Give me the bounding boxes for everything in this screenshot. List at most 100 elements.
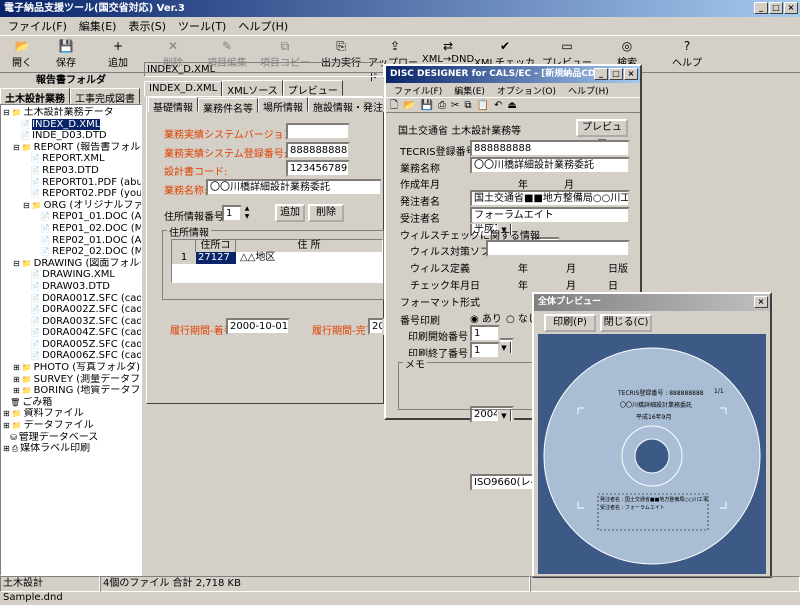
table-row[interactable]: 1 27127 △△地区 bbox=[172, 252, 382, 264]
tree-item[interactable]: 📄REP01_02.DOC (MAN bbox=[3, 223, 141, 235]
tree-toggle-icon[interactable] bbox=[23, 305, 28, 314]
dd-maximize-button[interactable]: □ bbox=[609, 68, 623, 80]
menu-item-4[interactable]: ヘルプ(H) bbox=[232, 18, 294, 34]
address-count-field[interactable]: 1 bbox=[222, 205, 242, 222]
toolbar-button-2[interactable]: + 追加 bbox=[88, 36, 148, 72]
dd-undo-icon[interactable]: ↶ bbox=[494, 100, 507, 111]
dd-preview-button[interactable]: プレビュー bbox=[576, 119, 628, 147]
tree-toggle-icon[interactable] bbox=[23, 270, 28, 279]
tree-item[interactable]: 📄D0RA004Z.SFC (cad-abu bbox=[3, 327, 141, 339]
tree-item[interactable]: 📄REP02_02.DOC (MAN bbox=[3, 246, 141, 258]
tab-construction-docs[interactable]: 工事完成図書 bbox=[70, 88, 140, 105]
design-code-field[interactable]: 1234567890 bbox=[286, 160, 350, 177]
tab-xml-source[interactable]: XMLソース bbox=[222, 80, 283, 97]
tree-toggle-icon[interactable] bbox=[23, 328, 28, 337]
tree-item[interactable]: ⊞ 📁 PHOTO (写真フォルダ) bbox=[3, 362, 141, 374]
tree-item[interactable]: 📄D0RA003Z.SFC (cad-abu bbox=[3, 316, 141, 328]
print-start-field[interactable]: 1 bbox=[470, 325, 500, 342]
tree-item[interactable]: 📄 DRAW03.DTD bbox=[3, 281, 141, 293]
tecris-field[interactable]: 888888888 bbox=[470, 140, 630, 157]
close-button[interactable]: × bbox=[784, 2, 798, 14]
tree-toggle-icon[interactable] bbox=[23, 282, 28, 291]
start-date-field[interactable]: 2000-10-01 bbox=[226, 318, 290, 335]
tree-item[interactable]: 📄D0RA006Z.SFC (cad-abu bbox=[3, 350, 141, 362]
tree-toggle-icon[interactable]: ⊞ bbox=[13, 386, 20, 395]
tree-toggle-icon[interactable] bbox=[13, 131, 18, 140]
folder-tree[interactable]: ⊟ 📁 土木設計業務データ 📄 INDEX_D.XML 📄 INDE_D03.DTD ⊟ 📁… bbox=[0, 104, 142, 576]
tree-item[interactable]: 📄REPORT02.PDF (youhek bbox=[3, 188, 141, 200]
tree-toggle-icon[interactable]: ⊟ bbox=[3, 108, 10, 117]
address-count-spinner[interactable]: ▲ ▼ bbox=[242, 205, 252, 222]
dd-copy-icon[interactable]: ⧉ bbox=[464, 100, 476, 111]
dd-contractor-field[interactable]: フォーラムエイト bbox=[470, 207, 630, 224]
dd-paste-icon[interactable]: 📋 bbox=[476, 100, 493, 111]
tree-item[interactable]: 📄D0RA005Z.SFC (cad-abu bbox=[3, 339, 141, 351]
tree-toggle-icon[interactable]: ⊞ bbox=[3, 444, 10, 453]
dd-print-icon[interactable]: ⎙ bbox=[438, 100, 451, 111]
tree-item[interactable]: ⊞📁SURVEY (測量データフォル bbox=[3, 374, 141, 386]
preview-close-text-button[interactable]: 閉じる(C) bbox=[600, 314, 652, 332]
dd-menu-item-3[interactable]: ヘルプ(H) bbox=[562, 84, 615, 97]
tree-item[interactable]: ⊟📁DRAWING (図面フォルダ) bbox=[3, 258, 141, 270]
tree-item[interactable]: 📄 REP03.DTD bbox=[3, 165, 141, 177]
subtab-work-name[interactable]: 業務件名等 bbox=[198, 98, 258, 115]
add-address-button[interactable]: 追加 bbox=[275, 204, 305, 222]
tab-civil-design[interactable]: 土木設計業務 bbox=[0, 88, 70, 105]
address-col-address[interactable]: 住 所 bbox=[236, 240, 382, 252]
dd-close-button[interactable]: × bbox=[624, 68, 638, 80]
tree-toggle-icon[interactable] bbox=[23, 166, 28, 175]
tree-toggle-icon[interactable] bbox=[3, 398, 8, 407]
tab-preview[interactable]: プレビュー bbox=[282, 80, 343, 97]
tree-item[interactable]: 📄REPORT01.PDF (abut.pd bbox=[3, 177, 141, 189]
tree-toggle-icon[interactable] bbox=[33, 212, 38, 221]
dd-save-icon[interactable]: 💾 bbox=[421, 100, 438, 111]
tree-item[interactable]: ⊞ 📁 データファイル bbox=[3, 420, 141, 432]
toolbar-button-1[interactable]: 💾 保存 bbox=[44, 36, 88, 72]
tree-toggle-icon[interactable]: ⊟ bbox=[23, 201, 30, 210]
delete-address-button[interactable]: 削除 bbox=[308, 204, 344, 222]
tree-item[interactable]: 📄 INDEX_D.XML bbox=[3, 118, 141, 131]
tree-item[interactable]: 📄 REPORT.XML bbox=[3, 153, 141, 165]
tree-item[interactable]: ⊞ 📁 資料ファイル bbox=[3, 408, 141, 420]
tree-item[interactable]: ⊟📁ORG (オリジナルファイル bbox=[3, 200, 141, 212]
dd-eject-icon[interactable]: ⏏ bbox=[507, 100, 521, 111]
tree-toggle-icon[interactable] bbox=[23, 189, 28, 198]
menu-item-2[interactable]: 表示(S) bbox=[122, 18, 172, 34]
tree-toggle-icon[interactable] bbox=[33, 236, 38, 245]
tree-toggle-icon[interactable]: ⊞ bbox=[13, 363, 20, 372]
tree-item[interactable]: 📄REP01_01.DOC (AUT bbox=[3, 211, 141, 223]
tree-item[interactable]: ⊟📁REPORT (報告書フォルダ) bbox=[3, 142, 141, 154]
tree-item[interactable]: ⊞ ⎙ 媒体ラベル印刷 bbox=[3, 443, 141, 455]
tree-toggle-icon[interactable] bbox=[23, 340, 28, 349]
dd-menu-item-2[interactable]: オプション(O) bbox=[491, 84, 562, 97]
tree-toggle-icon[interactable] bbox=[23, 154, 28, 163]
dd-cut-icon[interactable]: ✂ bbox=[451, 100, 464, 111]
tree-item[interactable]: ⊟ 📁 土木設計業務データ bbox=[3, 107, 141, 119]
tree-toggle-icon[interactable] bbox=[23, 351, 28, 360]
preview-print-button[interactable]: 印刷(P) bbox=[544, 314, 596, 332]
dd-new-icon[interactable]: 🗋 bbox=[390, 100, 403, 111]
print-end-field[interactable]: 1 bbox=[470, 342, 500, 359]
tree-toggle-icon[interactable] bbox=[23, 317, 28, 326]
tree-toggle-icon[interactable] bbox=[23, 178, 28, 187]
tree-toggle-icon[interactable]: ⊞ bbox=[3, 409, 10, 418]
tab-index-xml[interactable]: INDEX_D.XML bbox=[144, 81, 223, 97]
menu-item-3[interactable]: ツール(T) bbox=[172, 18, 232, 34]
tree-item[interactable]: 📄D0RA001Z.SFC (cad-abu bbox=[3, 293, 141, 305]
tree-toggle-icon[interactable] bbox=[33, 224, 38, 233]
dd-menu-item-0[interactable]: ファイル(F) bbox=[388, 84, 448, 97]
tree-toggle-icon[interactable]: ⊟ bbox=[13, 259, 20, 268]
tree-item[interactable]: 📄REP02_01.DOC (AUT bbox=[3, 235, 141, 247]
end-date-field[interactable]: 200 bbox=[368, 318, 384, 335]
tree-item[interactable]: 📄 DRAWING.XML bbox=[3, 269, 141, 281]
system-reg-field[interactable]: 888888888 bbox=[286, 142, 350, 159]
preview-close-button[interactable]: × bbox=[754, 296, 768, 308]
tree-toggle-icon[interactable] bbox=[3, 433, 8, 442]
system-version-field[interactable] bbox=[286, 123, 350, 140]
tree-item[interactable]: 📄D0RA002Z.SFC (cad-abu bbox=[3, 304, 141, 316]
tree-toggle-icon[interactable]: ⊟ bbox=[13, 143, 20, 152]
tree-toggle-icon[interactable]: ⊞ bbox=[3, 421, 10, 430]
tree-toggle-icon[interactable]: ⊞ bbox=[13, 375, 20, 384]
dd-client-field[interactable]: 国土交通省■■地方整備局○○川工事 bbox=[470, 190, 630, 207]
tree-item[interactable]: 📄 INDE_D03.DTD bbox=[3, 130, 141, 142]
